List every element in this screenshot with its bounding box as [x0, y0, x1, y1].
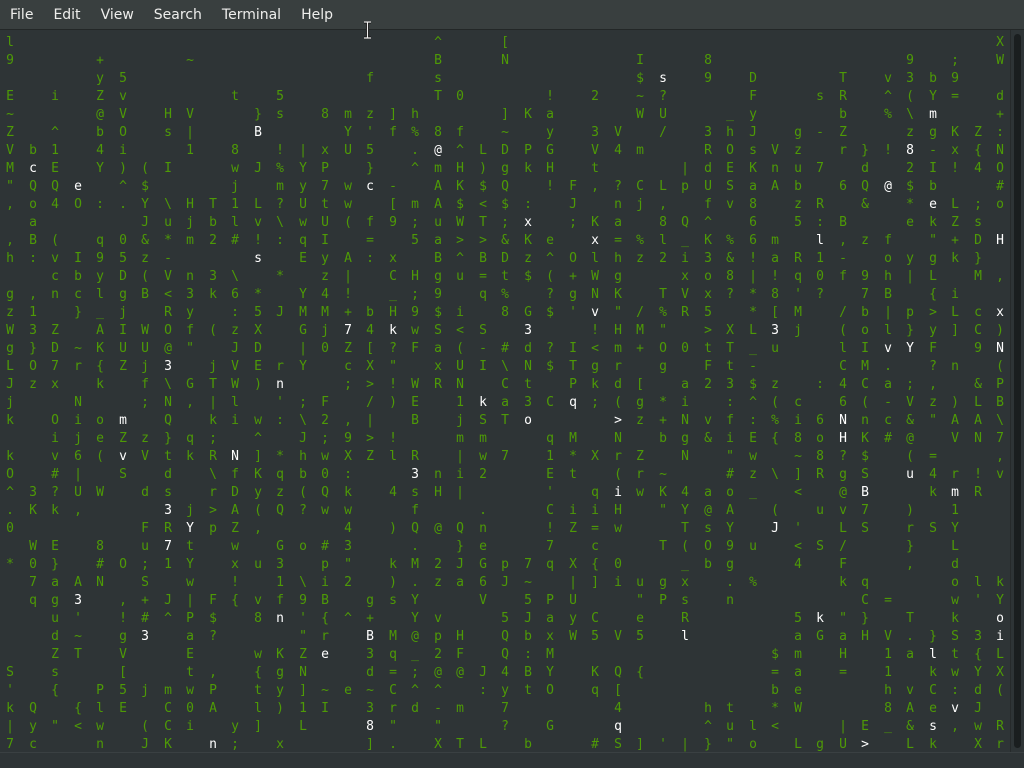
- menu-edit[interactable]: Edit: [43, 0, 90, 30]
- scrollbar-thumb[interactable]: [1014, 34, 1021, 748]
- rain-column: [ N ] ~ D g Q $ ; & D t % 8 # \ C a T 7 …: [501, 35, 509, 734]
- rain-column: T R b Z r 6 B , - f / ( l C 4 6 N H ? g …: [839, 71, 847, 752]
- rain-column: _ h O E S v % & 8 ? X T t 3 : f i " # o …: [726, 107, 734, 752]
- rain-column: t 8 w j 1 l # \ 6 : z J V W l i N f D A …: [231, 89, 239, 752]
- rain-column: 9 3 ( \ z 8 2 $ * e y | p } Y ; V & @ ( …: [906, 53, 914, 752]
- rain-column: } B J L v ! s * 5 X D E ) w ^ ] K y ( , …: [254, 107, 262, 734]
- rain-column: ! a y G H ! e ^ ( ? $ ? $ C q 1 E ' C ! …: [546, 89, 554, 734]
- rain-column: b Y m g - I b e k " g L { > y F ? , z " …: [929, 71, 937, 752]
- rain-column: K P k : x K z $ G 3 d N t 3 o 7 ~ 5 J b …: [524, 107, 532, 752]
- rain-column: L ) $ < T > B = q S - I k S m w 2 . n e …: [479, 143, 487, 752]
- scrollbar[interactable]: [1010, 30, 1024, 752]
- rain-column: } d Q & z 9 7 b o I M C ( n K $ S B 7 S …: [861, 143, 869, 752]
- rain-column: 5 v V O i ) ^ . 0 5 D g j I U Z m Z v S …: [119, 71, 127, 716]
- rain-column: ~ V | 1 H j m n 3 y f " G , q k j Y t Y …: [186, 53, 194, 734]
- rain-column: 8 9 3 R d U f ^ K 3 o x 5 > t F 2 v & a …: [704, 53, 712, 752]
- window-bottom-edge: [0, 752, 1024, 768]
- rain-column: D F y J s K a 8 6 6 ! | * * L _ - $ ^ : …: [749, 71, 757, 752]
- text-cursor-icon: [364, 21, 371, 39]
- menu-view[interactable]: View: [91, 0, 144, 30]
- rain-column: ] f - [ 9 x C _ H k ? " ! ) ! l 4 ) k ) …: [389, 107, 397, 752]
- rain-column: + y Z @ b 4 Y : q 9 y l _ A K { k o e ( …: [96, 53, 104, 752]
- rain-column: 0 f ^ H K $ W > ^ u i < ( U N 1 j m | i …: [456, 89, 464, 752]
- rain-column: F J ; O + g ' I T P q M * t i Z X | U y …: [569, 179, 577, 644]
- rain-column: ^ B s T 8 @ m A A u a B g 9 $ S a x R n …: [434, 35, 442, 752]
- rain-column: 5 s ! % m ? \ : * J r n ' : * q z Q G 3 …: [276, 89, 284, 752]
- menu-search[interactable]: Search: [144, 0, 212, 30]
- rain-column: s ? U / L , 8 l 2 T % " O g * + b ~ K " …: [659, 71, 667, 752]
- rain-column: 8 x P 7 t U I y z 4 M j 0 F 2 ; w 0 Q w …: [321, 107, 329, 716]
- rain-column: s - 7 R : l 1 0 ? : 6 o 8 R u S k G g: [816, 89, 824, 752]
- rain-column: V 4 ? n a = h g K " H m r d ( > N r ( i …: [614, 125, 622, 752]
- rain-column: | Y y U w q E Y M G | Y ; \ J h b ( ? o …: [299, 143, 307, 734]
- menu-file[interactable]: File: [0, 0, 43, 30]
- terminal-window: File Edit View Search Terminal Help l 9 …: [0, 0, 1024, 768]
- menu-bar: File Edit View Search Terminal Help: [0, 0, 1024, 30]
- rain-column: I $ ~ W m C j % z / M + [ g z Z r w u " …: [636, 53, 644, 752]
- rain-column: | p Q _ i x V R 0 a i N g N 4 Y T ( _ x …: [681, 161, 689, 752]
- rain-column: T b 2 3 k ( j T | k ; R \ r > p F $ ? , …: [209, 197, 217, 752]
- rain-column: ( $ Y J & z ( B W U j f ; z V d F u ; S …: [141, 161, 149, 752]
- rain-column: e O I b c } ~ r N i j 6 | U , A 3 ' ~ T …: [74, 179, 82, 734]
- rain-column: b c Q o a B : , 1 3 } O z 3 K W 0 7 q Q …: [29, 143, 37, 752]
- matrix-rain: l 9 E ~ Z V M " , , h g z W g L J j k k …: [0, 30, 1010, 752]
- rain-column: m Y U w w ( A | ! + 7 Z c ; , 9 X : k w …: [344, 107, 352, 698]
- rain-column: ; 9 = K x ! L Z + k i L ] n ) A V r m 1 …: [951, 53, 959, 734]
- rain-column: h % . ^ m ; 5 H ; 9 w F W E B R 3 s f Q …: [411, 107, 419, 716]
- rain-column: f z ' 5 } c f = : b 4 [ X > / | > Z g + …: [366, 71, 374, 752]
- rain-column: l 9 E ~ Z V M " , , h g z W g L J j k k …: [6, 35, 14, 752]
- rain-column: X W d + : N O # o H , x ) N ( P B \ 7 , …: [996, 35, 1004, 752]
- rain-column: Z { 4 ; s D } M c C 9 & L A N ! R l ' 3 …: [974, 125, 982, 752]
- rain-column: v ^ % ! @ f o h B | l v . a - c # = V 1 …: [884, 71, 892, 734]
- menu-help[interactable]: Help: [291, 0, 343, 30]
- terminal-output[interactable]: l 9 E ~ Z V M " , , h g z W g L J j k k …: [0, 30, 1024, 752]
- rain-column: i ^ 1 E Q 4 ( v c n Z D 7 x O i v # ? k …: [51, 89, 59, 734]
- rain-column: 2 3 V t , K x l W N v ! < g k ; X q i = …: [591, 89, 599, 752]
- rain-column: H s I \ u * - V < R O @ 3 \ N Q } t d s …: [164, 107, 172, 752]
- rain-column: g z u b z 5 R q ' M j c i 8 ~ ] < ' < 4 …: [794, 125, 802, 752]
- rain-column: V n A m a ! 8 [ 3 u z ( % { \ ( J $ = b …: [771, 143, 779, 734]
- menu-terminal[interactable]: Terminal: [212, 0, 291, 30]
